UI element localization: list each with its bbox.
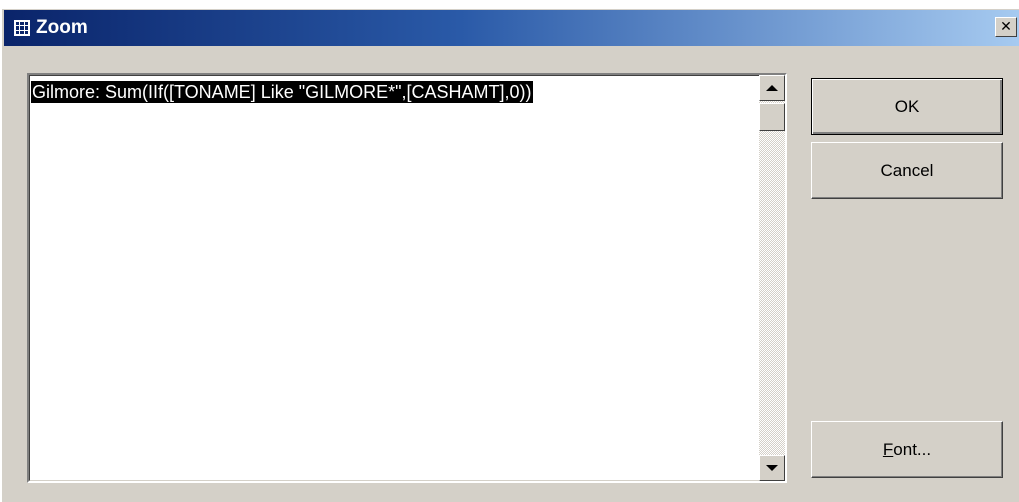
- window-title: Zoom: [36, 17, 88, 38]
- form-icon[interactable]: [14, 20, 30, 36]
- cancel-button-label: Cancel: [880, 160, 934, 180]
- editor-frame: [29, 75, 785, 481]
- arrow-up-icon: [766, 85, 778, 91]
- close-icon: ✕: [1000, 19, 1012, 35]
- cancel-button[interactable]: Cancel: [811, 142, 1003, 199]
- font-accelerator: F: [882, 439, 894, 459]
- vertical-scrollbar[interactable]: [759, 75, 785, 481]
- scroll-up-button[interactable]: [759, 75, 785, 101]
- scroll-thumb[interactable]: [759, 103, 785, 131]
- font-button[interactable]: Font...: [811, 421, 1003, 478]
- title-bar[interactable]: Zoom ✕: [4, 10, 1019, 46]
- font-label-rest: ont...: [893, 439, 932, 459]
- arrow-down-icon: [766, 465, 778, 471]
- scroll-down-button[interactable]: [759, 455, 785, 481]
- ok-button[interactable]: OK: [811, 78, 1003, 135]
- zoom-dialog: Zoom ✕ Gilmore: Sum(IIf([TONAME] Like "G…: [0, 8, 1019, 502]
- ok-button-label: OK: [894, 96, 920, 116]
- expression-text[interactable]: Gilmore: Sum(IIf([TONAME] Like "GILMORE*…: [31, 81, 533, 103]
- close-button[interactable]: ✕: [995, 17, 1017, 37]
- expression-editor[interactable]: Gilmore: Sum(IIf([TONAME] Like "GILMORE*…: [27, 73, 787, 483]
- font-button-label: Font...: [883, 440, 931, 460]
